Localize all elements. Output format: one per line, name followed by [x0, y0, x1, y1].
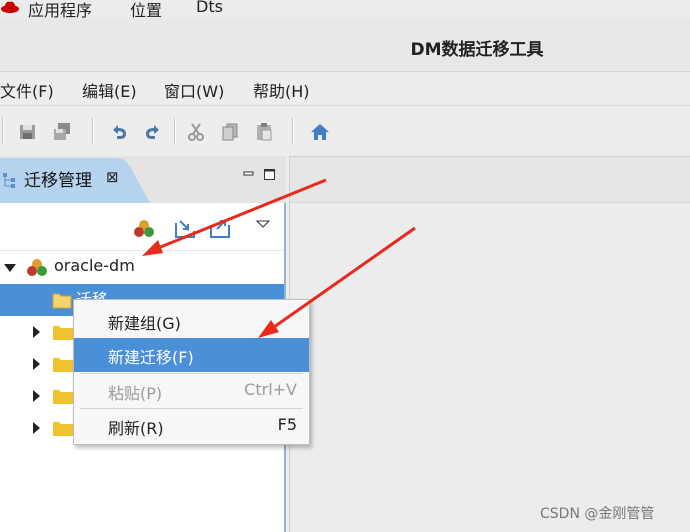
editor-area: [289, 156, 690, 532]
expanded-twisty-icon[interactable]: [4, 263, 16, 273]
menu-item-label: 新建迁移(F): [108, 348, 194, 367]
window-title: DM数据迁移工具: [410, 40, 544, 60]
menu-item-shortcut: F5: [277, 415, 297, 434]
collapse-all-icon[interactable]: [174, 217, 196, 239]
view-tab-strip: 迁移管理 ⊠: [0, 156, 286, 203]
maximize-icon[interactable]: [263, 168, 277, 182]
home-icon[interactable]: [310, 122, 330, 142]
menu-edit[interactable]: 编辑(E): [82, 78, 137, 102]
active-app-name[interactable]: Dts: [196, 0, 223, 16]
folder-icon: [53, 326, 73, 340]
minimize-icon[interactable]: [242, 168, 256, 182]
editor-tab-strip: [290, 156, 690, 203]
menu-window[interactable]: 窗口(W): [164, 78, 224, 102]
link-with-editor-icon[interactable]: [209, 217, 231, 239]
view-toolbar: [0, 203, 284, 251]
view-menu-chevron-down-icon[interactable]: [256, 219, 270, 229]
collapsed-twisty-icon[interactable]: [32, 326, 40, 338]
redo-icon[interactable]: [143, 122, 163, 142]
menu-item-paste[interactable]: 粘贴(P) Ctrl+V: [74, 374, 309, 408]
collapsed-twisty-icon[interactable]: [32, 358, 40, 370]
collapsed-twisty-icon[interactable]: [32, 422, 40, 434]
system-top-bar: 应用程序 位置 Dts: [0, 0, 690, 20]
close-tab-icon[interactable]: ⊠: [106, 168, 119, 186]
folder-icon: [53, 358, 73, 372]
folder-icon: [52, 293, 72, 309]
menu-item-label: 刷新(R): [108, 419, 164, 438]
main-toolbar: [0, 106, 690, 156]
menu-item-new-migration[interactable]: 新建迁移(F): [74, 338, 309, 372]
paste-icon[interactable]: [254, 122, 274, 142]
context-menu: 新建组(G) 新建迁移(F) 粘贴(P) Ctrl+V 刷新(R) F5: [73, 299, 310, 445]
menu-item-shortcut: Ctrl+V: [244, 380, 297, 399]
folder-icon: [53, 390, 73, 404]
database-cluster-icon[interactable]: [134, 219, 154, 239]
menu-item-label: 新建组(G): [108, 314, 181, 333]
toolbar-separator: [174, 118, 176, 144]
menu-file[interactable]: 文件(F): [0, 78, 54, 102]
menu-help[interactable]: 帮助(H): [253, 78, 310, 102]
tree-view-icon: [3, 173, 15, 188]
menu-item-label: 粘贴(P): [108, 384, 163, 403]
save-icon[interactable]: [18, 122, 38, 142]
tree-node-label: oracle-dm: [54, 256, 135, 275]
toolbar-separator: [92, 118, 94, 144]
cut-icon[interactable]: [186, 122, 206, 142]
view-tab-label: 迁移管理: [24, 171, 92, 191]
menu-item-refresh[interactable]: 刷新(R) F5: [74, 409, 309, 443]
save-all-icon[interactable]: [52, 122, 72, 142]
menu-item-new-group[interactable]: 新建组(G): [74, 304, 309, 338]
menu-bar: 文件(F) 编辑(E) 窗口(W) 帮助(H): [0, 72, 690, 106]
watermark: CSDN @金刚管管: [540, 506, 655, 522]
folder-icon: [53, 422, 73, 436]
window-title-bar: DM数据迁移工具: [0, 18, 690, 72]
connection-icon: [27, 259, 47, 276]
collapsed-twisty-icon[interactable]: [32, 390, 40, 402]
redhat-logo-icon: [1, 1, 19, 13]
tree-node-oracle-dm[interactable]: oracle-dm: [0, 252, 284, 284]
copy-icon[interactable]: [220, 122, 240, 142]
undo-icon[interactable]: [109, 122, 129, 142]
toolbar-separator: [292, 118, 294, 144]
toolbar-separator: [2, 118, 4, 144]
